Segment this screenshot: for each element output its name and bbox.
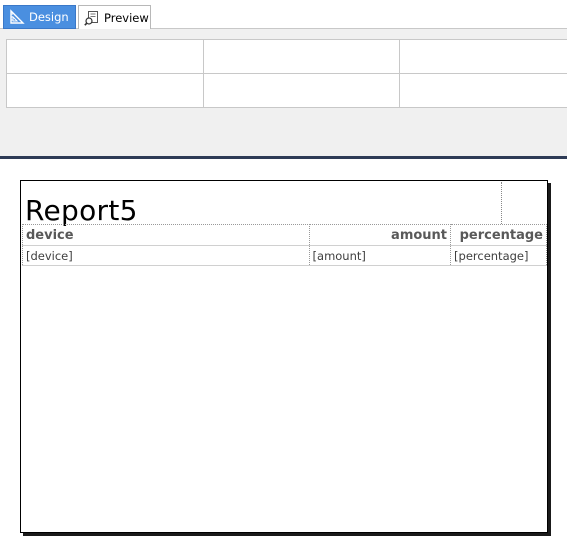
report-title-textbox[interactable]: Report5 — [22, 182, 502, 227]
tab-design-label: Design — [29, 10, 69, 24]
report-tablix[interactable]: device amount percentage [device] [amoun… — [22, 224, 547, 266]
tab-preview-label: Preview — [104, 10, 149, 25]
preview-page-icon — [84, 10, 100, 26]
detail-cell-amount[interactable]: [amount] — [308, 245, 452, 266]
design-ruler-icon — [9, 9, 25, 25]
report-title: Report5 — [25, 194, 138, 227]
tab-preview[interactable]: Preview — [78, 5, 151, 30]
detail-cell-percentage[interactable]: [percentage] — [450, 245, 547, 266]
header-cell-percentage[interactable]: percentage — [450, 224, 547, 246]
dataset-grid-cell[interactable] — [6, 39, 204, 74]
tablix-header-row: device amount percentage — [22, 224, 547, 246]
report-page[interactable]: Report5 device amount percentage [device… — [20, 180, 548, 533]
dataset-grid-row — [6, 73, 567, 108]
tab-design[interactable]: Design — [3, 5, 76, 29]
tablix-detail-row: [device] [amount] [percentage] — [22, 245, 547, 266]
report-designer: Design Preview Report5 device amount per… — [0, 0, 567, 544]
dataset-grid — [6, 39, 567, 108]
dataset-grid-cell[interactable] — [399, 73, 567, 108]
dataset-grid-cell[interactable] — [6, 73, 204, 108]
dataset-grid-cell[interactable] — [399, 39, 567, 74]
dataset-grid-cell[interactable] — [202, 39, 401, 74]
header-empty-region[interactable] — [503, 182, 547, 224]
header-cell-amount[interactable]: amount — [308, 224, 452, 246]
dataset-grid-cell[interactable] — [202, 73, 401, 108]
report-canvas: Report5 device amount percentage [device… — [0, 159, 567, 544]
view-tab-strip: Design Preview — [0, 0, 567, 30]
header-cell-device[interactable]: device — [22, 224, 310, 246]
dataset-band-area — [0, 29, 567, 156]
dataset-grid-row — [6, 39, 567, 74]
detail-cell-device[interactable]: [device] — [22, 245, 310, 266]
